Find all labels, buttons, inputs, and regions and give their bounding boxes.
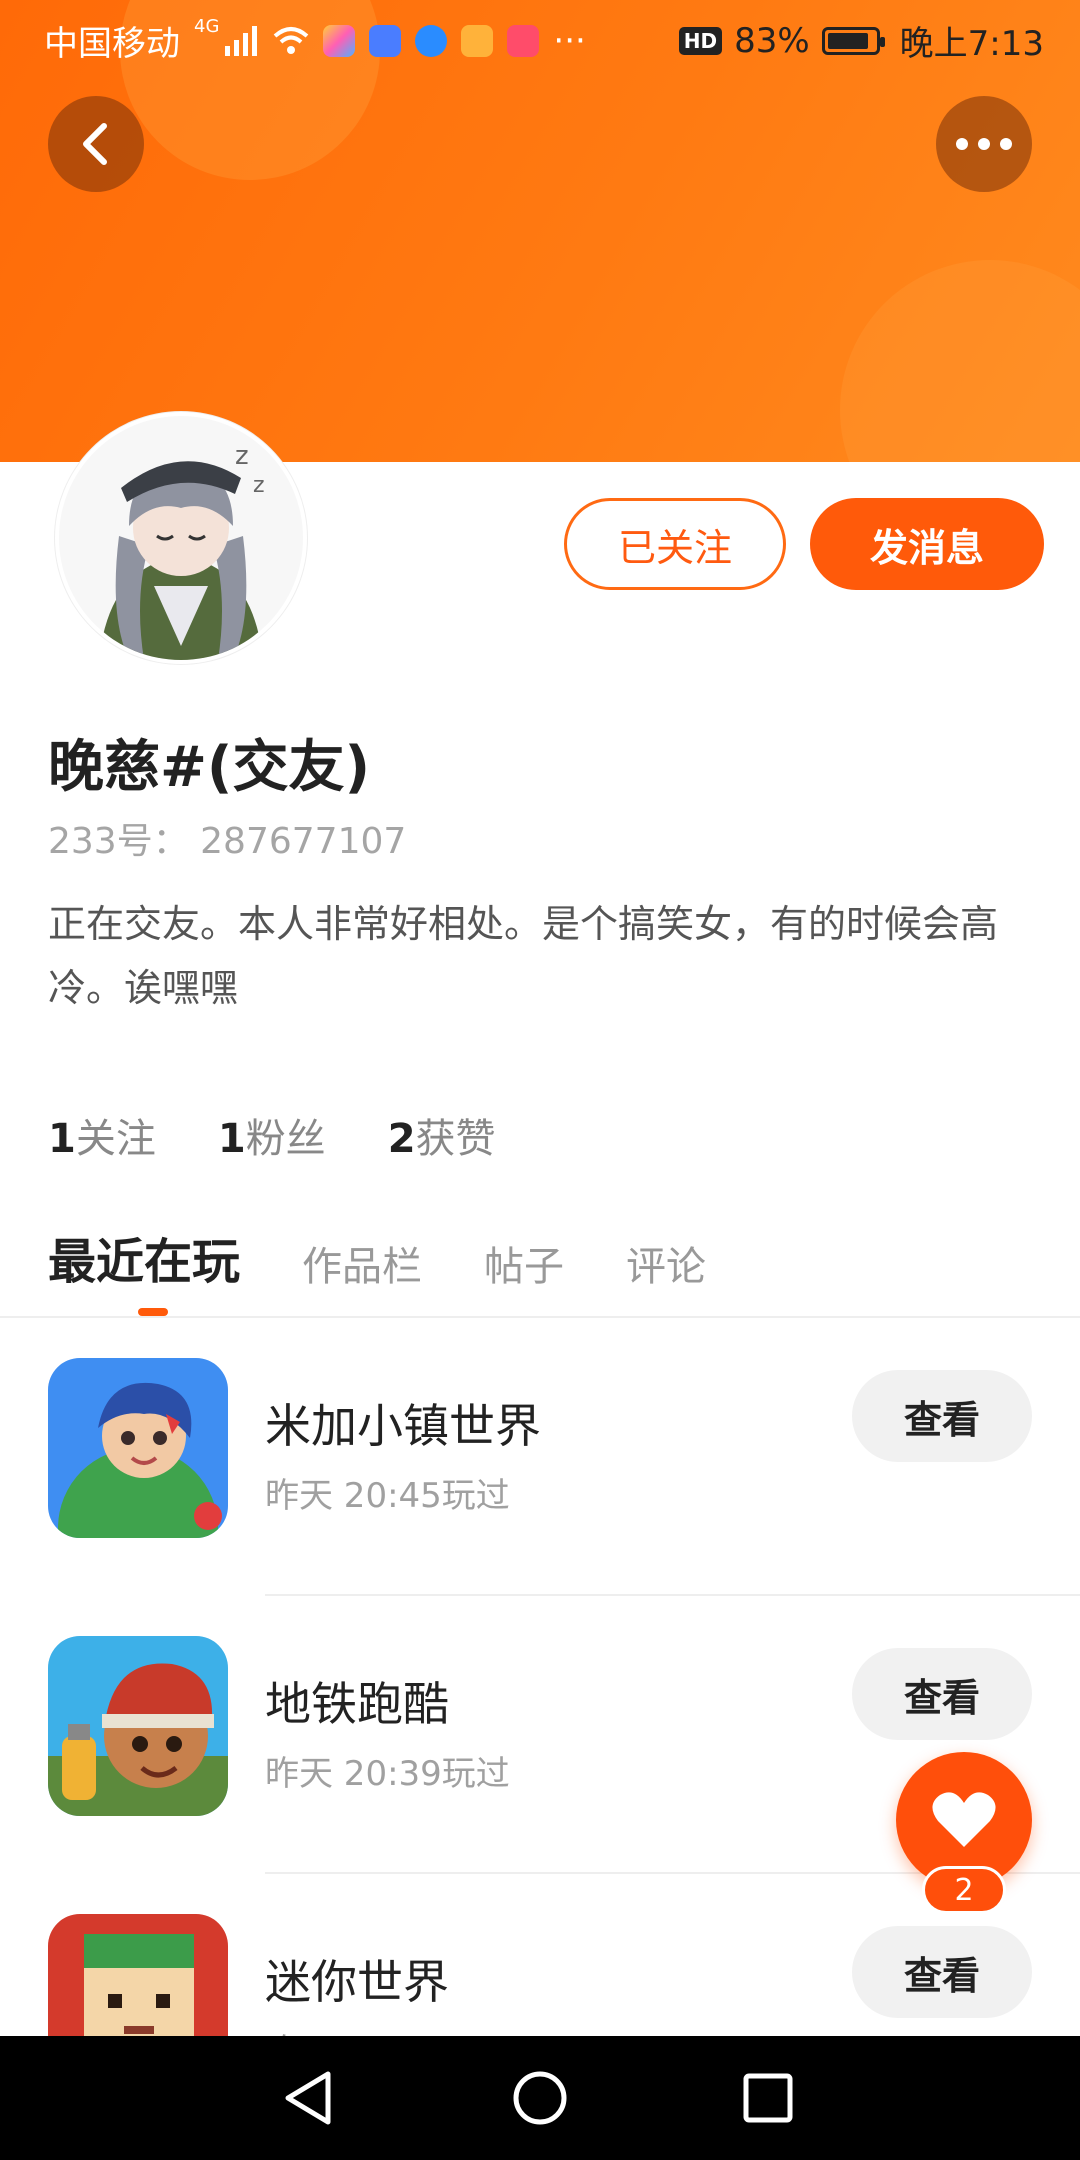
active-tab-indicator [138, 1308, 168, 1316]
battery-percent: 83% [734, 20, 810, 61]
more-options-button[interactable] [936, 96, 1032, 192]
send-message-button[interactable]: 发消息 [810, 498, 1044, 590]
game-icon-subway-surfers [48, 1636, 228, 1816]
status-bar: 中国移动 4G ··· HD 83% 晚上7:13 [0, 0, 1080, 72]
game-name: 地铁跑酷 [265, 1677, 449, 1731]
triangle-back-icon [285, 2071, 331, 2125]
following-button[interactable]: 已关注 [564, 498, 786, 590]
video-app-icon [461, 24, 494, 57]
signal-icon [225, 25, 258, 56]
network-label: 4G [194, 16, 220, 37]
tab-posts[interactable]: 帖子 [484, 1234, 564, 1292]
following-count[interactable]: 1关注 [48, 1106, 156, 1164]
circle-home-icon [513, 2071, 567, 2125]
user-bio: 正在交友。本人非常好相处。是个搞笑女，有的时候会高冷。诶嘿嘿 [48, 902, 999, 1010]
game-name: 米加小镇世界 [265, 1399, 541, 1453]
fans-count[interactable]: 1粉丝 [218, 1106, 326, 1164]
game-last-played: 昨天 20:45玩过 [265, 1476, 510, 1516]
clock: 晚上7:13 [899, 24, 1044, 64]
app-notification-icon [323, 24, 356, 57]
more-dots-icon [956, 138, 1012, 150]
heart-icon [932, 1792, 996, 1847]
tab-recently-played[interactable]: 最近在玩 [48, 1222, 240, 1292]
huawei-app-icon [507, 24, 540, 57]
user-id: 233号： 287677107 [48, 821, 407, 862]
music-app-icon [369, 24, 402, 57]
more-notifications: ··· [553, 20, 586, 61]
avatar[interactable]: z z [55, 412, 307, 664]
system-navigation-bar [0, 2036, 1080, 2160]
square-recents-icon [743, 2073, 793, 2123]
nav-home-button[interactable] [510, 2068, 570, 2128]
wifi-icon [274, 26, 309, 54]
avatar-image: z z [59, 416, 303, 660]
banner-decoration [840, 260, 1080, 462]
nav-recents-button[interactable] [738, 2068, 798, 2128]
profile-header-banner: 中国移动 4G ··· HD 83% 晚上7:13 [0, 0, 1080, 462]
profile-tabs: 最近在玩 作品栏 帖子 评论 [48, 1222, 706, 1292]
likes-count: 2获赞 [387, 1116, 496, 1162]
svg-text:z: z [253, 473, 265, 498]
nav-back-button[interactable] [278, 2068, 338, 2128]
tab-comments[interactable]: 评论 [626, 1234, 706, 1292]
game-list-item[interactable]: 米加小镇世界 昨天 20:45玩过 查看 [0, 1318, 1080, 1596]
tab-works[interactable]: 作品栏 [302, 1234, 422, 1292]
game-name: 迷你世界 [265, 1955, 449, 2009]
profile-stats: 1关注 1粉丝 2获赞 [48, 1106, 496, 1164]
battery-icon [821, 26, 885, 55]
browser-app-icon [415, 24, 448, 57]
view-game-button[interactable]: 查看 [852, 1648, 1032, 1740]
back-arrow-icon [83, 123, 107, 165]
view-game-button[interactable]: 查看 [852, 1926, 1032, 2018]
back-button[interactable] [48, 96, 144, 192]
hd-badge: HD [678, 26, 723, 55]
view-game-button[interactable]: 查看 [852, 1370, 1032, 1462]
game-icon-miga-town [48, 1358, 228, 1538]
username: 晚慈#(交友) [48, 735, 371, 800]
game-last-played: 昨天 20:39玩过 [265, 1754, 510, 1794]
carrier-label: 中国移动 [44, 24, 180, 64]
like-count-badge: 2 [922, 1866, 1006, 1914]
svg-text:z: z [235, 441, 249, 471]
